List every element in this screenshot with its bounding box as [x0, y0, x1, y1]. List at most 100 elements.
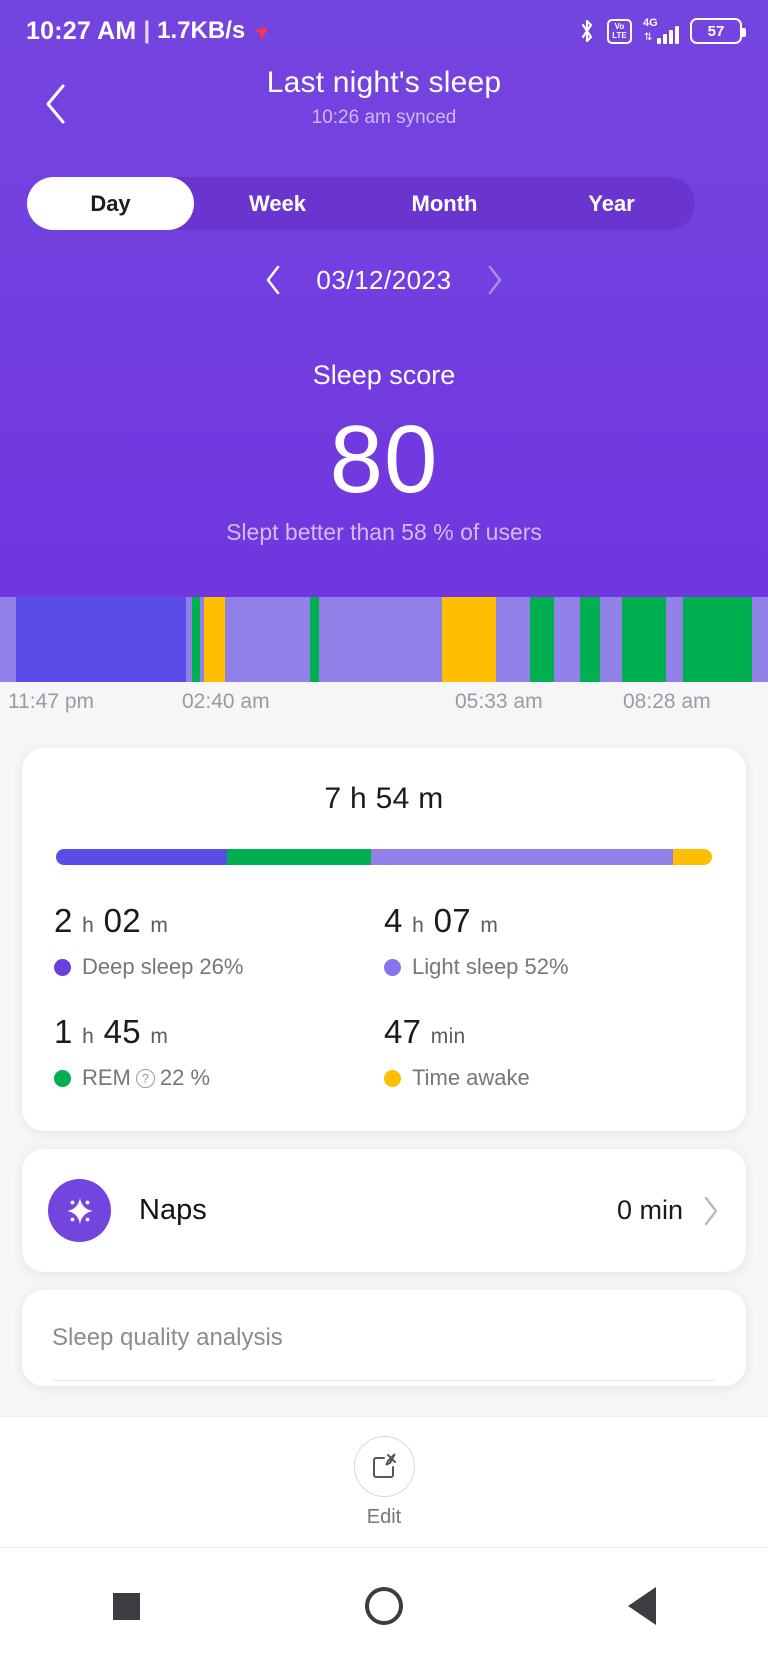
stat-minutes-unit: m — [150, 1025, 169, 1048]
analysis-title: Sleep quality analysis — [52, 1324, 283, 1351]
hypnogram-segment-deep — [16, 597, 186, 682]
hypnogram-segment-light — [665, 597, 683, 682]
status-clock: 10:27 AM — [26, 16, 137, 45]
hypnogram-segment-light — [752, 597, 768, 682]
sleep-hypnogram-chart[interactable] — [0, 597, 768, 682]
light-sleep-color-dot — [384, 958, 401, 976]
stat-minutes: 07 — [433, 902, 471, 939]
axis-tick-label: 02:40 am — [182, 690, 270, 713]
stat-hours-unit: h — [82, 1025, 95, 1048]
stat-minutes-unit: min — [430, 1025, 466, 1048]
status-bar: 10:27 AM | 1.7KB/s ➤ Vo LTE 4G ⇅ 57 — [0, 0, 768, 62]
stat-time-awake[interactable]: 47 min Time awake — [384, 1012, 714, 1091]
sleep-quality-analysis-card[interactable]: Sleep quality analysis — [22, 1290, 746, 1386]
sleep-score-value: 80 — [329, 406, 439, 513]
stat-hours: 2 — [54, 902, 73, 939]
tab-year[interactable]: Year — [528, 177, 695, 230]
hypnogram-segment-light — [318, 597, 443, 682]
tab-month[interactable]: Month — [361, 177, 528, 230]
stat-hours: 1 — [54, 1013, 73, 1050]
chevron-right-icon — [488, 265, 501, 295]
stat-legend: Time awake — [384, 1065, 714, 1091]
naps-label: Naps — [139, 1194, 207, 1226]
total-sleep-duration: 7 h 54 m — [324, 782, 444, 815]
stat-deep-sleep[interactable]: 2 h 02 m Deep sleep 26% — [54, 901, 384, 980]
square-icon[interactable] — [112, 1592, 140, 1620]
stat-legend-label: Time awake — [412, 1065, 530, 1090]
stat-rem[interactable]: 1 h 45 m REM ? 22 % — [54, 1012, 384, 1091]
sleep-score-label: Sleep score — [312, 360, 456, 390]
hypnogram-segment-light — [0, 597, 17, 682]
time-awake-color-dot — [384, 1069, 401, 1087]
stat-minutes: 45 — [103, 1013, 141, 1050]
hypnogram-segment-rem — [682, 597, 753, 682]
battery-percent: 57 — [707, 22, 725, 40]
stat-value: 47 min — [384, 1012, 714, 1057]
hero-background: 10:27 AM | 1.7KB/s ➤ Vo LTE 4G ⇅ 57 Last… — [0, 0, 768, 597]
question-circle-icon[interactable]: ? — [135, 1068, 155, 1088]
triangle-back-icon[interactable] — [627, 1587, 656, 1625]
network-speed: 1.7KB/s — [157, 17, 246, 44]
stat-value: 1 h 45 m — [54, 1012, 384, 1057]
sleep-detail-screen: 10:27 AM | 1.7KB/s ➤ Vo LTE 4G ⇅ 57 Last… — [0, 0, 768, 1664]
next-day-button[interactable] — [486, 265, 504, 295]
proportion-segment — [370, 849, 673, 865]
volte-top: Vo — [614, 22, 625, 31]
edit-label: Edit — [366, 1505, 402, 1528]
edit-button[interactable] — [353, 1435, 415, 1497]
deep-sleep-color-dot — [54, 958, 71, 976]
sleep-stage-stats: 2 h 02 m Deep sleep 26% 4 h 07 m Light s… — [54, 901, 714, 1091]
status-bar-right: Vo LTE 4G ⇅ 57 — [578, 17, 746, 44]
sleep-score-comparison: Slept better than 58 % of users — [226, 519, 542, 545]
hypnogram-segment-light — [599, 597, 622, 682]
tab-week[interactable]: Week — [194, 177, 361, 230]
stat-hours-unit: h — [82, 914, 95, 937]
current-date: 03/12/2023 — [316, 264, 452, 295]
system-navigation-bar — [0, 1547, 768, 1664]
stat-legend: Light sleep 52% — [384, 954, 714, 980]
stat-legend-label-post: 22 % — [159, 1065, 211, 1090]
proportion-segment — [226, 849, 371, 865]
network-gen-label: 4G — [643, 17, 658, 29]
stat-value: 2 h 02 m — [54, 901, 384, 946]
analysis-divider — [52, 1380, 716, 1381]
hypnogram-segment-rem — [310, 597, 319, 682]
hypnogram-segment-rem — [621, 597, 666, 682]
sparkle-icon — [48, 1179, 111, 1242]
status-separator: | — [143, 17, 151, 44]
proportion-segment — [56, 849, 227, 865]
stat-legend-label: Deep sleep 26% — [82, 954, 244, 979]
period-tabs: Day Week Month Year — [27, 177, 695, 230]
edit-square-icon — [373, 1453, 396, 1478]
previous-day-button[interactable] — [264, 265, 282, 295]
stat-light-sleep[interactable]: 4 h 07 m Light sleep 52% — [384, 901, 714, 980]
data-arrows: ⇅ — [644, 32, 653, 43]
sync-status: 10:26 am synced — [311, 107, 457, 128]
tab-day[interactable]: Day — [27, 177, 194, 230]
hypnogram-segment-rem — [191, 597, 201, 682]
axis-tick-label: 08:28 am — [623, 690, 711, 713]
axis-tick-label: 11:47 pm — [8, 690, 94, 713]
hypnogram-segment-rem — [529, 597, 554, 682]
content-area: 7 h 54 m 2 h 02 m Deep sleep 26% 4 h 07 … — [0, 730, 768, 1386]
naps-row[interactable]: Naps 0 min — [22, 1149, 746, 1272]
chevron-right-icon — [704, 1196, 718, 1225]
stat-value: 4 h 07 m — [384, 901, 714, 946]
hypnogram-segment-light — [496, 597, 530, 682]
axis-tick-label: 05:33 am — [455, 690, 543, 713]
hypnogram-segment-light — [224, 597, 311, 682]
edit-bar: Edit — [0, 1416, 768, 1547]
bluetooth-icon — [581, 19, 593, 43]
volte-icon: Vo LTE — [607, 18, 632, 44]
stat-hours-unit: h — [412, 914, 425, 937]
hypnogram-segment-light — [556, 597, 581, 682]
sparkle-glyph — [66, 1197, 93, 1224]
arrow-upward-icon: ➤ — [249, 17, 277, 46]
stat-hours: 4 — [384, 902, 403, 939]
stat-legend-label: Light sleep 52% — [412, 954, 569, 979]
circle-icon[interactable] — [364, 1587, 403, 1625]
sleep-stage-proportion-bar — [56, 849, 712, 865]
stat-legend: REM ? 22 % — [54, 1065, 384, 1091]
date-navigator: 03/12/2023 — [0, 258, 768, 302]
status-bar-left: 10:27 AM | 1.7KB/s ➤ — [26, 16, 276, 46]
